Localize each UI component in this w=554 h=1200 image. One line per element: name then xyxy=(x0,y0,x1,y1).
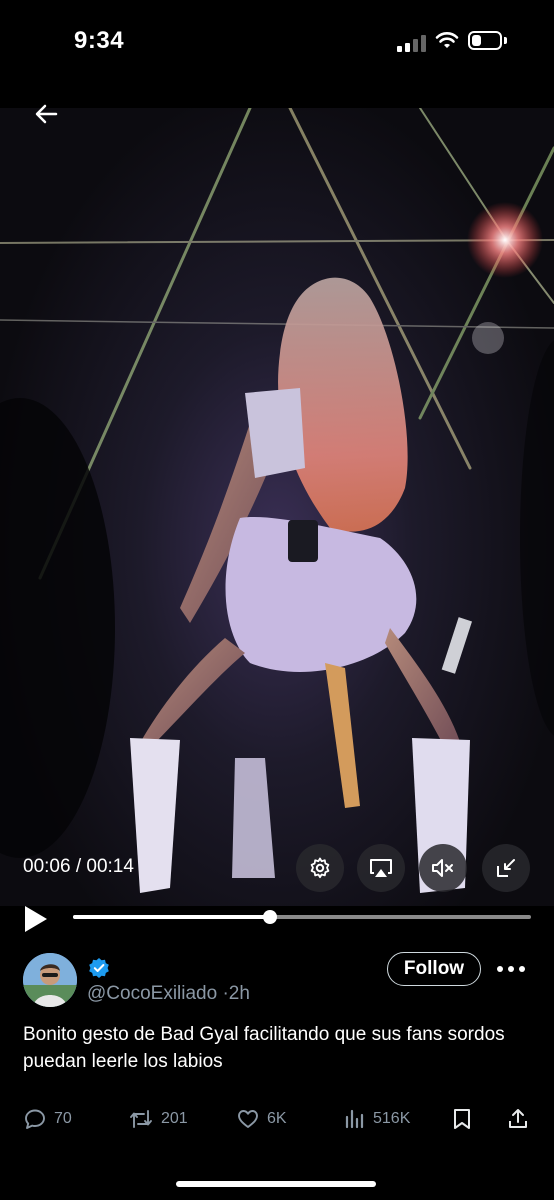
gear-icon xyxy=(310,857,330,879)
tweet-text: Bonito gesto de Bad Gyal facilitando que… xyxy=(23,1024,505,1072)
reply-count: 70 xyxy=(54,1110,72,1127)
avatar-image xyxy=(23,953,77,1007)
settings-button[interactable] xyxy=(296,844,344,892)
home-indicator[interactable] xyxy=(176,1181,376,1187)
share-icon xyxy=(509,1109,527,1128)
like-count: 6K xyxy=(267,1110,287,1127)
repost-button[interactable]: 201 xyxy=(128,1100,188,1138)
bookmark-button[interactable] xyxy=(451,1100,473,1138)
bookmark-icon xyxy=(454,1109,470,1129)
video-time: 00:06 / 00:14 xyxy=(23,856,134,878)
share-button[interactable] xyxy=(506,1100,530,1138)
avatar[interactable] xyxy=(23,953,77,1007)
airplay-icon xyxy=(370,859,392,877)
battery-tip xyxy=(504,37,507,44)
airplay-button[interactable] xyxy=(357,844,405,892)
current-time: 00:06 xyxy=(23,856,71,877)
duration: 00:14 xyxy=(86,856,134,877)
more-options-icon[interactable] xyxy=(496,962,526,976)
repost-count: 201 xyxy=(161,1110,188,1127)
progress-thumb[interactable] xyxy=(262,910,277,924)
views-button[interactable]: 516K xyxy=(344,1100,410,1138)
action-bar: 70 201 6K 516K xyxy=(0,1100,554,1140)
author-meta: @CocoExiliado ·2h xyxy=(87,983,250,1005)
back-arrow-icon[interactable] xyxy=(30,98,62,130)
views-count: 516K xyxy=(373,1110,411,1127)
author-handle[interactable]: @CocoExiliado xyxy=(87,983,217,1004)
like-button[interactable]: 6K xyxy=(236,1100,287,1138)
views-chart-icon xyxy=(345,1109,364,1129)
reply-button[interactable]: 70 xyxy=(23,1100,72,1138)
time-separator: / xyxy=(70,856,87,877)
wifi-icon xyxy=(435,32,459,48)
signal-icon xyxy=(397,34,427,52)
mute-button[interactable] xyxy=(419,844,467,892)
status-time: 9:34 xyxy=(74,27,125,54)
tweet-age[interactable]: 2h xyxy=(229,983,250,1004)
heart-icon xyxy=(238,1110,258,1128)
progress-track[interactable] xyxy=(73,915,531,919)
play-icon[interactable] xyxy=(20,903,50,935)
reply-icon xyxy=(25,1109,45,1129)
follow-button[interactable]: Follow xyxy=(387,952,481,986)
minimize-icon xyxy=(497,859,515,877)
status-bar: 9:34 xyxy=(0,0,554,90)
video-player[interactable] xyxy=(0,108,554,906)
video-frame xyxy=(0,108,554,893)
progress-played xyxy=(73,915,270,919)
battery-icon xyxy=(468,31,502,50)
repost-icon xyxy=(130,1110,152,1128)
muted-speaker-icon xyxy=(432,859,453,877)
minimize-button[interactable] xyxy=(482,844,530,892)
verified-badge-icon xyxy=(89,958,109,978)
